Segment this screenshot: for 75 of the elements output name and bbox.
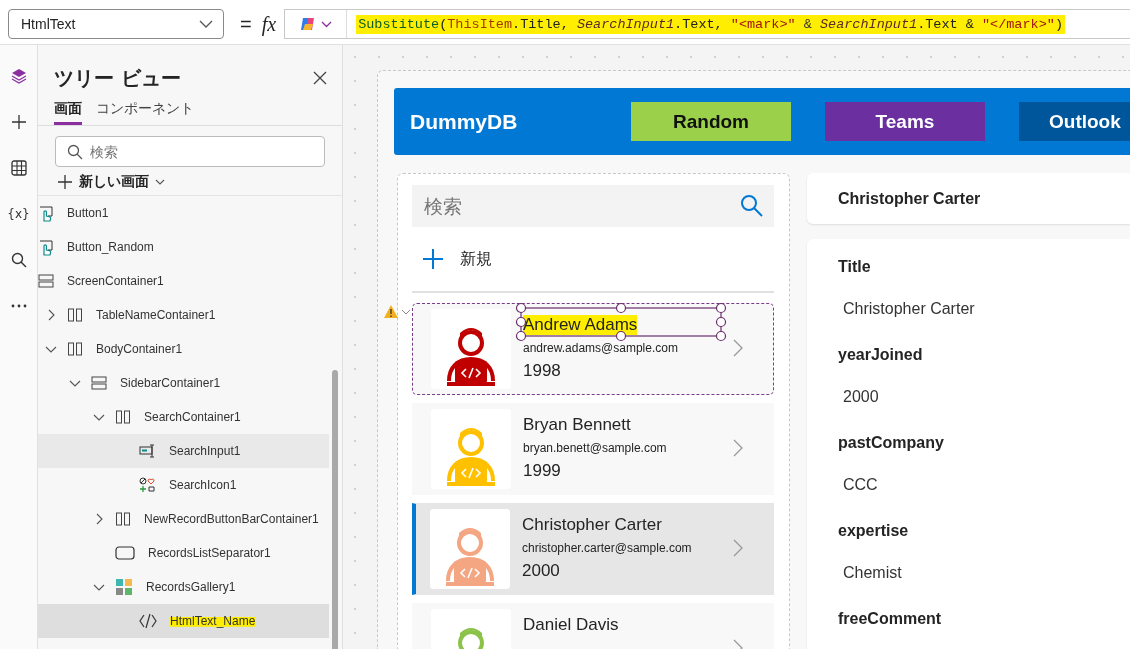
new-record-button[interactable]: 新規 [412, 227, 492, 291]
gallery-icon [115, 578, 133, 596]
tree-item[interactable]: Button_Random [38, 230, 329, 264]
record-year: 1999 [523, 461, 562, 481]
layers-icon[interactable] [9, 67, 28, 85]
horizontal-container-icon [115, 511, 131, 527]
record-year: 2000 [522, 561, 561, 581]
code-icon [139, 612, 157, 630]
plus-icon [57, 174, 73, 190]
tree-item[interactable]: SidebarContainer1 [38, 366, 329, 400]
record-card[interactable]: Daniel Davis [412, 603, 774, 649]
tree-search-field[interactable]: 検索 [55, 136, 325, 167]
vertical-container-icon [38, 273, 54, 289]
field-value: 2000 [842, 387, 880, 407]
caret-icon [155, 179, 165, 185]
record-email: bryan.benett@sample.com [523, 441, 668, 455]
new-screen-button[interactable]: 新しい画面 [57, 173, 165, 191]
field-label: expertise [838, 522, 910, 541]
nav-button[interactable]: Outlook [1019, 102, 1130, 141]
search-icon [740, 194, 764, 218]
tree-item[interactable]: ScreenContainer1 [38, 264, 329, 298]
tree-item[interactable]: SearchIcon1 [38, 468, 329, 502]
tree-item[interactable]: RecordsGallery1 [38, 570, 329, 604]
rectangle-icon [115, 544, 135, 562]
chevron-down-icon [321, 20, 333, 28]
record-email: andrew.adams@sample.com [523, 341, 679, 355]
chevron-down-icon [199, 20, 213, 28]
tree-item[interactable]: HtmlText_Name [38, 604, 329, 638]
search-icon[interactable] [9, 251, 28, 269]
tree-item[interactable]: NewRecordButtonBarContainer1 [38, 502, 329, 536]
field-label: yearJoined [838, 346, 924, 365]
tree-item[interactable]: TableNameContainer1 [38, 298, 329, 332]
record-email: christopher.carter@sample.com [522, 541, 693, 555]
field-label: pastCompany [838, 434, 945, 453]
close-icon[interactable] [313, 70, 327, 85]
horizontal-container-icon [115, 409, 131, 425]
field-value: Christopher Carter [842, 299, 976, 319]
table-icon[interactable] [9, 159, 28, 177]
tree-item[interactable]: BodyContainer1 [38, 332, 329, 366]
tree-item[interactable]: SearchInput1 [38, 434, 329, 468]
record-name: Christopher Carter [522, 515, 662, 535]
panel-tab[interactable]: 画面 [54, 100, 82, 125]
tree-item[interactable]: Button1 [38, 196, 329, 230]
tree-item[interactable]: SearchContainer1 [38, 400, 329, 434]
search-field[interactable]: 検索 [412, 185, 774, 227]
detail-title: Christopher Carter [838, 189, 981, 208]
plus-icon [422, 248, 444, 270]
panel-title: ツリー ビュー [54, 65, 181, 92]
text-input-icon [139, 443, 156, 459]
field-value: Chemist [842, 563, 903, 583]
horizontal-container-icon [67, 341, 83, 357]
record-year: 1998 [523, 361, 562, 381]
field-label: freeComment [838, 610, 943, 629]
record-card[interactable]: Christopher Carter christopher.carter@sample.com 2000 [412, 503, 774, 595]
plus-icon[interactable] [9, 113, 28, 131]
scrollbar[interactable] [332, 370, 338, 649]
equals-sign: = [240, 12, 252, 36]
horizontal-container-icon [67, 307, 83, 323]
tree-item[interactable]: RecordsListSeparator1 [38, 536, 329, 570]
record-card[interactable]: Bryan Bennett bryan.benett@sample.com 1999 [412, 403, 774, 495]
fx-label: fx [261, 12, 277, 36]
formula-text[interactable]: Substitute(ThisItem.Title, SearchInput1.Text, "<mark>" & SearchInput1.Text & "</mark>") [356, 14, 1065, 34]
chevron-down-icon [401, 308, 411, 315]
vertical-container-icon [91, 375, 107, 391]
field-label: Title [838, 258, 872, 277]
panel-tab[interactable]: コンポーネント [96, 100, 194, 125]
nav-button[interactable]: Random [631, 102, 791, 141]
property-dropdown[interactable]: HtmlText [8, 9, 224, 39]
app-title: DummyDB [410, 109, 519, 134]
record-name: Bryan Bennett [523, 415, 631, 435]
record-name: Andrew Adams [523, 315, 638, 335]
field-value: CCC [842, 475, 879, 495]
record-name: Daniel Davis [523, 615, 619, 635]
icon-set-icon [139, 476, 156, 494]
nav-button[interactable]: Teams [825, 102, 985, 141]
